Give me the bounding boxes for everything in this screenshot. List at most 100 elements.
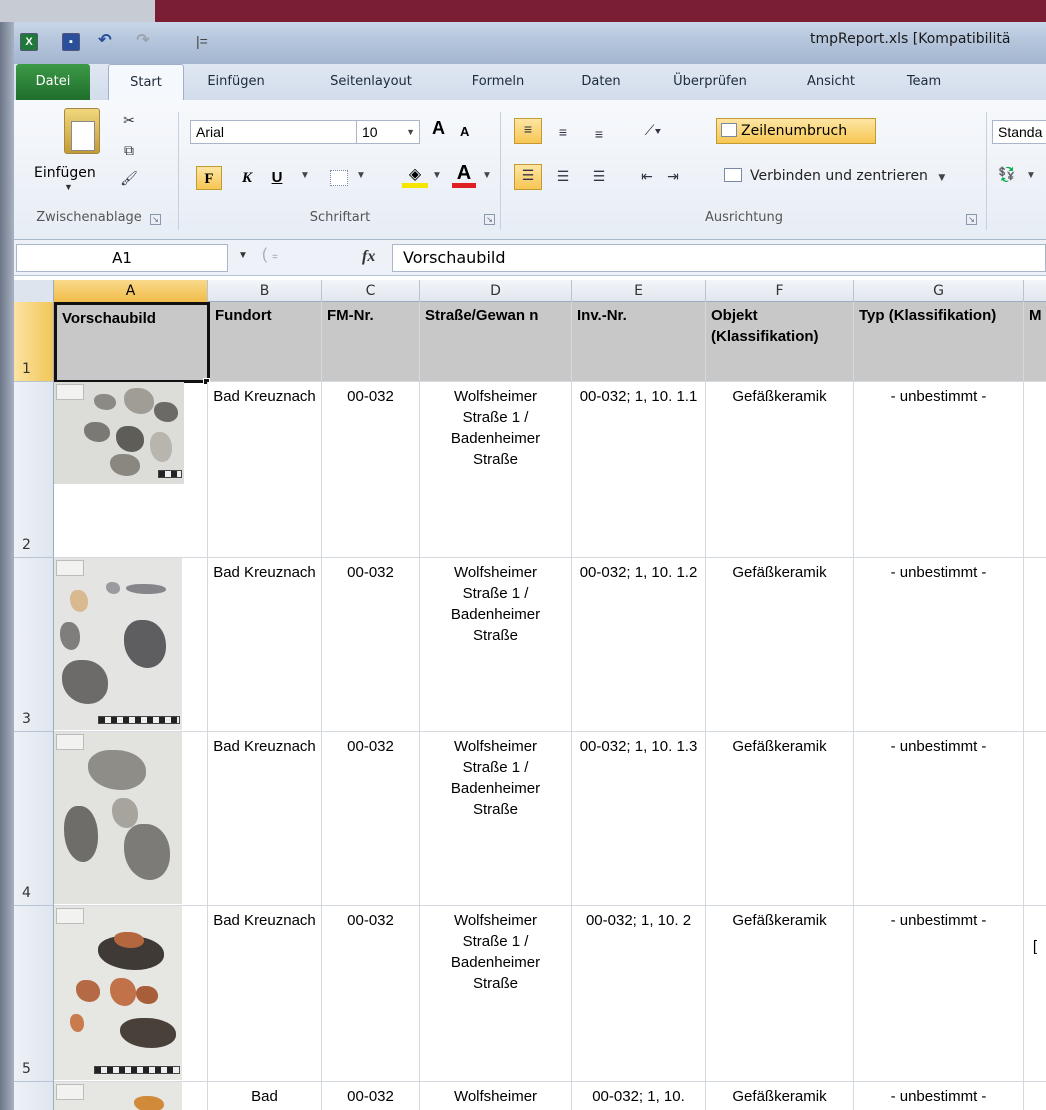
cell-f1[interactable]: Objekt (Klassifikation) bbox=[706, 302, 854, 382]
cell-h3[interactable] bbox=[1024, 558, 1046, 732]
cell-f3[interactable]: Gefäßkeramik bbox=[706, 558, 854, 732]
name-box[interactable]: A1 bbox=[16, 244, 228, 272]
cell-d5[interactable]: Wolfsheimer Straße 1 / Badenheimer Straß… bbox=[420, 906, 572, 1082]
cell-h1[interactable]: M bbox=[1024, 302, 1046, 382]
tab-view[interactable]: Ansicht bbox=[790, 64, 872, 100]
italic-button[interactable]: K bbox=[236, 166, 258, 190]
shrink-font-icon[interactable]: A bbox=[460, 124, 469, 139]
merge-center-button[interactable]: Verbinden und zentrieren ▼ bbox=[720, 164, 982, 188]
cell-f5[interactable]: Gefäßkeramik bbox=[706, 906, 854, 1082]
borders-icon[interactable] bbox=[330, 170, 348, 186]
cell-e4[interactable]: 00-032; 1, 10. 1.3 bbox=[572, 732, 706, 906]
underline-dropdown-icon[interactable]: ▼ bbox=[300, 170, 310, 181]
undo-icon[interactable]: ↶ bbox=[96, 33, 114, 51]
number-format-combo[interactable]: Standa bbox=[992, 120, 1046, 144]
cell-c3[interactable]: 00-032 bbox=[322, 558, 420, 732]
cell-a3[interactable] bbox=[54, 558, 208, 732]
accounting-format-icon[interactable]: 💱 bbox=[996, 164, 1018, 184]
cell-c2[interactable]: 00-032 bbox=[322, 382, 420, 558]
fill-color-icon[interactable]: ◈ bbox=[402, 164, 428, 188]
chevron-down-icon[interactable]: ▼ bbox=[406, 121, 415, 143]
font-launcher-icon[interactable]: ↘ bbox=[484, 214, 495, 225]
align-bottom-icon[interactable]: ≡ bbox=[588, 124, 610, 144]
tab-page-layout[interactable]: Seitenlayout bbox=[314, 64, 428, 100]
cell-b1[interactable]: Fundort bbox=[210, 302, 322, 382]
cell-e3[interactable]: 00-032; 1, 10. 1.2 bbox=[572, 558, 706, 732]
chevron-down-icon[interactable]: ▼ bbox=[938, 173, 945, 183]
excel-app-icon[interactable]: X bbox=[20, 33, 38, 51]
grow-font-icon[interactable]: A bbox=[432, 118, 445, 139]
cell-c1[interactable]: FM-Nr. bbox=[322, 302, 420, 382]
cell-a2[interactable] bbox=[54, 382, 208, 558]
cell-g2[interactable]: - unbestimmt - bbox=[854, 382, 1024, 558]
cell-a4[interactable] bbox=[54, 732, 208, 906]
save-icon[interactable]: ▪ bbox=[62, 33, 80, 51]
cell-d4[interactable]: Wolfsheimer Straße 1 / Badenheimer Straß… bbox=[420, 732, 572, 906]
cell-c5[interactable]: 00-032 bbox=[322, 906, 420, 1082]
cell-h4[interactable] bbox=[1024, 732, 1046, 906]
name-box-dropdown-icon[interactable]: ▼ bbox=[238, 250, 248, 261]
cell-b3[interactable]: Bad Kreuznach bbox=[208, 558, 322, 732]
cell-b4[interactable]: Bad Kreuznach bbox=[208, 732, 322, 906]
insert-function-icon[interactable]: fx bbox=[362, 248, 375, 266]
row-header-1[interactable]: 1 bbox=[14, 302, 54, 382]
cell-e5[interactable]: 00-032; 1, 10. 2 bbox=[572, 906, 706, 1082]
cell-e2[interactable]: 00-032; 1, 10. 1.1 bbox=[572, 382, 706, 558]
font-color-dropdown-icon[interactable]: ▼ bbox=[482, 170, 492, 181]
format-painter-icon[interactable]: 🖌 bbox=[118, 168, 140, 188]
cell-d2[interactable]: Wolfsheimer Straße 1 / Badenheimer Straß… bbox=[420, 382, 572, 558]
cell-b2[interactable]: Bad Kreuznach bbox=[208, 382, 322, 558]
tab-data[interactable]: Daten bbox=[566, 64, 636, 100]
row-header-6[interactable] bbox=[14, 1082, 54, 1110]
column-header-h[interactable] bbox=[1024, 280, 1046, 302]
align-right-icon[interactable]: ☰ bbox=[588, 166, 610, 186]
cell-g5[interactable]: - unbestimmt - bbox=[854, 906, 1024, 1082]
tab-start[interactable]: Start bbox=[108, 64, 184, 100]
cell-f6[interactable]: Gefäßkeramik bbox=[706, 1082, 854, 1110]
cell-c6[interactable]: 00-032 bbox=[322, 1082, 420, 1110]
tab-insert[interactable]: Einfügen bbox=[192, 64, 280, 100]
cell-b5[interactable]: Bad Kreuznach bbox=[208, 906, 322, 1082]
wrap-text-button[interactable]: Zeilenumbruch bbox=[716, 118, 876, 144]
cell-h6[interactable] bbox=[1024, 1082, 1046, 1110]
paste-dropdown-icon[interactable]: ▼ bbox=[64, 182, 73, 192]
tab-formulas[interactable]: Formeln bbox=[456, 64, 540, 100]
formula-input[interactable]: Vorschaubild bbox=[392, 244, 1046, 272]
cell-f4[interactable]: Gefäßkeramik bbox=[706, 732, 854, 906]
clipboard-launcher-icon[interactable]: ↘ bbox=[150, 214, 161, 225]
tab-file[interactable]: Datei bbox=[16, 64, 90, 100]
decrease-indent-icon[interactable]: ⇤ bbox=[636, 166, 658, 186]
tab-team[interactable]: Team bbox=[892, 64, 956, 100]
cell-h2[interactable] bbox=[1024, 382, 1046, 558]
bold-button[interactable]: F bbox=[196, 166, 222, 190]
cell-g1[interactable]: Typ (Klassifikation) bbox=[854, 302, 1024, 382]
row-header-3[interactable]: 3 bbox=[14, 558, 54, 732]
cell-g4[interactable]: - unbestimmt - bbox=[854, 732, 1024, 906]
column-header-c[interactable]: C bbox=[322, 280, 420, 302]
paste-button-label[interactable]: Einfügen bbox=[34, 165, 96, 181]
align-top-icon[interactable]: ≡ bbox=[514, 118, 542, 144]
cell-f2[interactable]: Gefäßkeramik bbox=[706, 382, 854, 558]
cell-d6[interactable]: Wolfsheimer bbox=[420, 1082, 572, 1110]
row-header-2[interactable]: 2 bbox=[14, 382, 54, 558]
cell-e1[interactable]: Inv.-Nr. bbox=[572, 302, 706, 382]
cell-b6[interactable]: Bad bbox=[208, 1082, 322, 1110]
column-header-d[interactable]: D bbox=[420, 280, 572, 302]
copy-icon[interactable]: ⧉ bbox=[118, 140, 140, 160]
row-header-4[interactable]: 4 bbox=[14, 732, 54, 906]
row-header-5[interactable]: 5 bbox=[14, 906, 54, 1082]
tab-review[interactable]: Überprüfen bbox=[654, 64, 766, 100]
cell-g6[interactable]: - unbestimmt - bbox=[854, 1082, 1024, 1110]
column-header-g[interactable]: G bbox=[854, 280, 1024, 302]
cell-a1[interactable]: Vorschaubild bbox=[54, 302, 210, 383]
font-color-button[interactable]: A bbox=[452, 162, 476, 188]
font-name-combo[interactable]: Arial ▼ bbox=[190, 120, 382, 144]
align-left-icon[interactable]: ☰ bbox=[514, 164, 542, 190]
cell-d3[interactable]: Wolfsheimer Straße 1 / Badenheimer Straß… bbox=[420, 558, 572, 732]
insert-equals-icon[interactable]: = bbox=[272, 252, 278, 263]
column-header-b[interactable]: B bbox=[208, 280, 322, 302]
cell-a6[interactable] bbox=[54, 1082, 208, 1110]
cell-e6[interactable]: 00-032; 1, 10. bbox=[572, 1082, 706, 1110]
font-size-combo[interactable]: 10 ▼ bbox=[356, 120, 420, 144]
select-all-corner[interactable] bbox=[14, 280, 54, 302]
